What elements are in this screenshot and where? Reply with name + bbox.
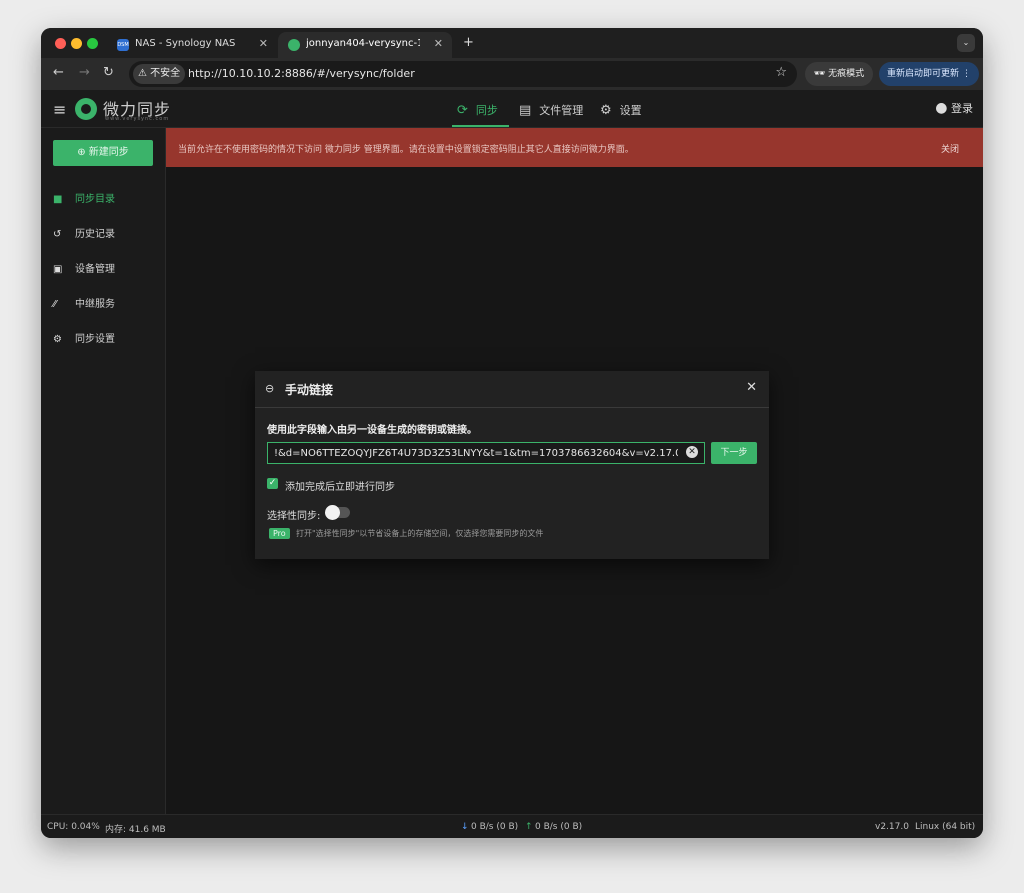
update-label: 重新启动即可更新 [887, 69, 960, 79]
url-text[interactable]: http://10.10.10.2:8886/#/verysync/folder [188, 67, 415, 80]
dialog-header: ⊖ 手动链接 ✕ [255, 371, 769, 408]
tab-verysync[interactable]: jonnyan404-verysync-1 | v2. ✕ [278, 32, 452, 58]
auto-sync-label: 添加完成后立即进行同步 [285, 482, 395, 493]
security-indicator[interactable]: ⚠ 不安全 [133, 64, 186, 84]
app-version: v2.17.0 [875, 822, 909, 832]
tab-strip: DSM NAS - Synology NAS ✕ jonnyan404-very… [41, 28, 983, 58]
nav-settings-label: 设置 [619, 104, 642, 117]
close-window-button[interactable] [55, 38, 66, 49]
manual-link-dialog: ⊖ 手动链接 ✕ 使用此字段输入由另一设备生成的密钥或链接。 ✕ 下一步 ✓ 添… [255, 371, 769, 559]
user-icon: ● [935, 100, 948, 116]
incognito-icon: 🕶 [813, 69, 829, 79]
incognito-badge[interactable]: 🕶 无痕模式 [805, 62, 873, 86]
tab-title: jonnyan404-verysync-1 | v2. [306, 38, 420, 49]
status-bar: CPU: 0.04% 内存: 41.6 MB ↓ 0 B/s (0 B) ↑ 0… [41, 814, 983, 838]
link-icon: ⊖ [265, 382, 275, 395]
nav-sync[interactable]: ⟳ 同步 [457, 102, 498, 118]
pro-description: 打开"选择性同步"以节省设备上的存储空间，仅选择您需要同步的文件 [296, 529, 544, 538]
memory-usage: 内存: 41.6 MB [105, 825, 166, 835]
new-sync-button[interactable]: ⊕ 新建同步 [53, 140, 153, 166]
clear-input-icon[interactable]: ✕ [686, 446, 698, 458]
gear-icon: ⚙ [53, 334, 62, 345]
new-sync-label: 新建同步 [88, 147, 129, 158]
nav-file-label: 文件管理 [539, 104, 584, 117]
key-input[interactable] [274, 445, 678, 461]
folder-icon: ■ [53, 194, 63, 205]
os-info: Linux (64 bit) [915, 822, 976, 832]
banner-text: 当前允许在不使用密码的情况下访问 微力同步 管理界面。请在设置中设置锁定密码阻止… [178, 145, 634, 155]
sidebar: ⊕ 新建同步 ■ 同步目录 ↺ 历史记录 ▣ 设备管理 ⁄⁄ 中继服务 ⚙ 同步设置 [41, 128, 166, 814]
maximize-window-button[interactable] [87, 38, 98, 49]
upload-rate: 0 B/s (0 B) [535, 822, 583, 832]
security-warning-banner: 当前允许在不使用密码的情况下访问 微力同步 管理界面。请在设置中设置锁定密码阻止… [166, 128, 983, 167]
tab-close-icon[interactable]: ✕ [259, 37, 268, 50]
selective-sync-label: 选择性同步: [267, 511, 321, 522]
plus-circle-icon: ⊕ [77, 147, 89, 158]
forward-arrow-icon[interactable]: → [79, 65, 90, 80]
nav-file-manager[interactable]: ▤ 文件管理 [519, 102, 583, 118]
nav-sync-label: 同步 [475, 104, 498, 117]
sidebar-item-label: 历史记录 [75, 229, 115, 240]
sync-icon: ⟳ [457, 103, 468, 118]
warning-icon: ⚠ [138, 68, 151, 79]
sidebar-item-label: 同步设置 [75, 334, 115, 345]
selective-sync-toggle[interactable] [325, 505, 350, 520]
sidebar-item-relay[interactable]: ⁄⁄ 中继服务 [53, 295, 115, 310]
new-tab-button[interactable]: + [463, 35, 474, 50]
update-button[interactable]: 重新启动即可更新 ⋮ [879, 62, 979, 86]
dialog-title: 手动链接 [285, 383, 334, 397]
tab-close-icon[interactable]: ✕ [434, 37, 443, 50]
dsm-favicon-icon: DSM [117, 39, 129, 51]
sidebar-item-label: 中继服务 [75, 299, 115, 310]
tab-nas[interactable]: DSM NAS - Synology NAS ✕ [107, 32, 277, 58]
pro-badge: Pro [269, 528, 290, 539]
verysync-logo-icon [75, 98, 97, 120]
next-button[interactable]: 下一步 [711, 442, 757, 464]
file-icon: ▤ [519, 103, 532, 118]
reload-icon[interactable]: ↻ [103, 65, 114, 80]
security-label: 不安全 [150, 68, 181, 79]
address-bar[interactable]: ⚠ 不安全 http://10.10.10.2:8886/#/verysync/… [129, 61, 797, 87]
bookmark-star-icon[interactable]: ☆ [775, 65, 787, 80]
key-input-field[interactable]: ✕ [267, 442, 705, 464]
hamburger-menu-icon[interactable]: ≡ [53, 100, 66, 119]
upload-arrow-icon: ↑ [525, 822, 533, 832]
download-arrow-icon: ↓ [461, 822, 469, 832]
cpu-usage: CPU: 0.04% [47, 822, 100, 832]
verysync-favicon-icon [288, 39, 300, 51]
login-label: 登录 [951, 102, 973, 115]
incognito-label: 无痕模式 [828, 69, 865, 79]
sidebar-item-devices[interactable]: ▣ 设备管理 [53, 260, 115, 275]
auto-sync-checkbox[interactable]: ✓ [267, 478, 278, 489]
sidebar-item-label: 设备管理 [75, 264, 115, 275]
history-icon: ↺ [53, 229, 62, 240]
download-rate: 0 B/s (0 B) [471, 822, 519, 832]
brand-subtitle: www.verysync.com [105, 116, 170, 122]
banner-close-button[interactable]: 关闭 [941, 142, 959, 155]
browser-window: DSM NAS - Synology NAS ✕ jonnyan404-very… [41, 28, 983, 838]
gear-icon: ⚙ [600, 103, 612, 118]
device-icon: ▣ [53, 264, 63, 275]
active-nav-indicator [452, 125, 509, 127]
tab-search-chevron-icon[interactable]: ⌄ [957, 34, 975, 52]
sidebar-item-sync-settings[interactable]: ⚙ 同步设置 [53, 330, 115, 345]
tab-title: NAS - Synology NAS [135, 38, 236, 49]
nav-settings[interactable]: ⚙ 设置 [600, 102, 642, 118]
browser-toolbar: ← → ↻ ⚠ 不安全 http://10.10.10.2:8886/#/ver… [41, 58, 983, 90]
sidebar-item-history[interactable]: ↺ 历史记录 [53, 225, 115, 240]
login-button[interactable]: ● 登录 [935, 100, 973, 116]
close-icon[interactable]: ✕ [746, 380, 757, 395]
back-arrow-icon[interactable]: ← [53, 65, 64, 80]
app-header: ≡ 微力同步 www.verysync.com ⟳ 同步 ▤ 文件管理 ⚙ 设置 ● … [41, 90, 983, 128]
dialog-description: 使用此字段输入由另一设备生成的密钥或链接。 [267, 425, 477, 436]
minimize-window-button[interactable] [71, 38, 82, 49]
relay-icon: ⁄⁄ [53, 299, 57, 310]
sidebar-item-label: 同步目录 [75, 194, 115, 205]
more-menu-icon: ⋮ [961, 69, 971, 79]
sidebar-item-sync-folders[interactable]: ■ 同步目录 [53, 190, 115, 205]
